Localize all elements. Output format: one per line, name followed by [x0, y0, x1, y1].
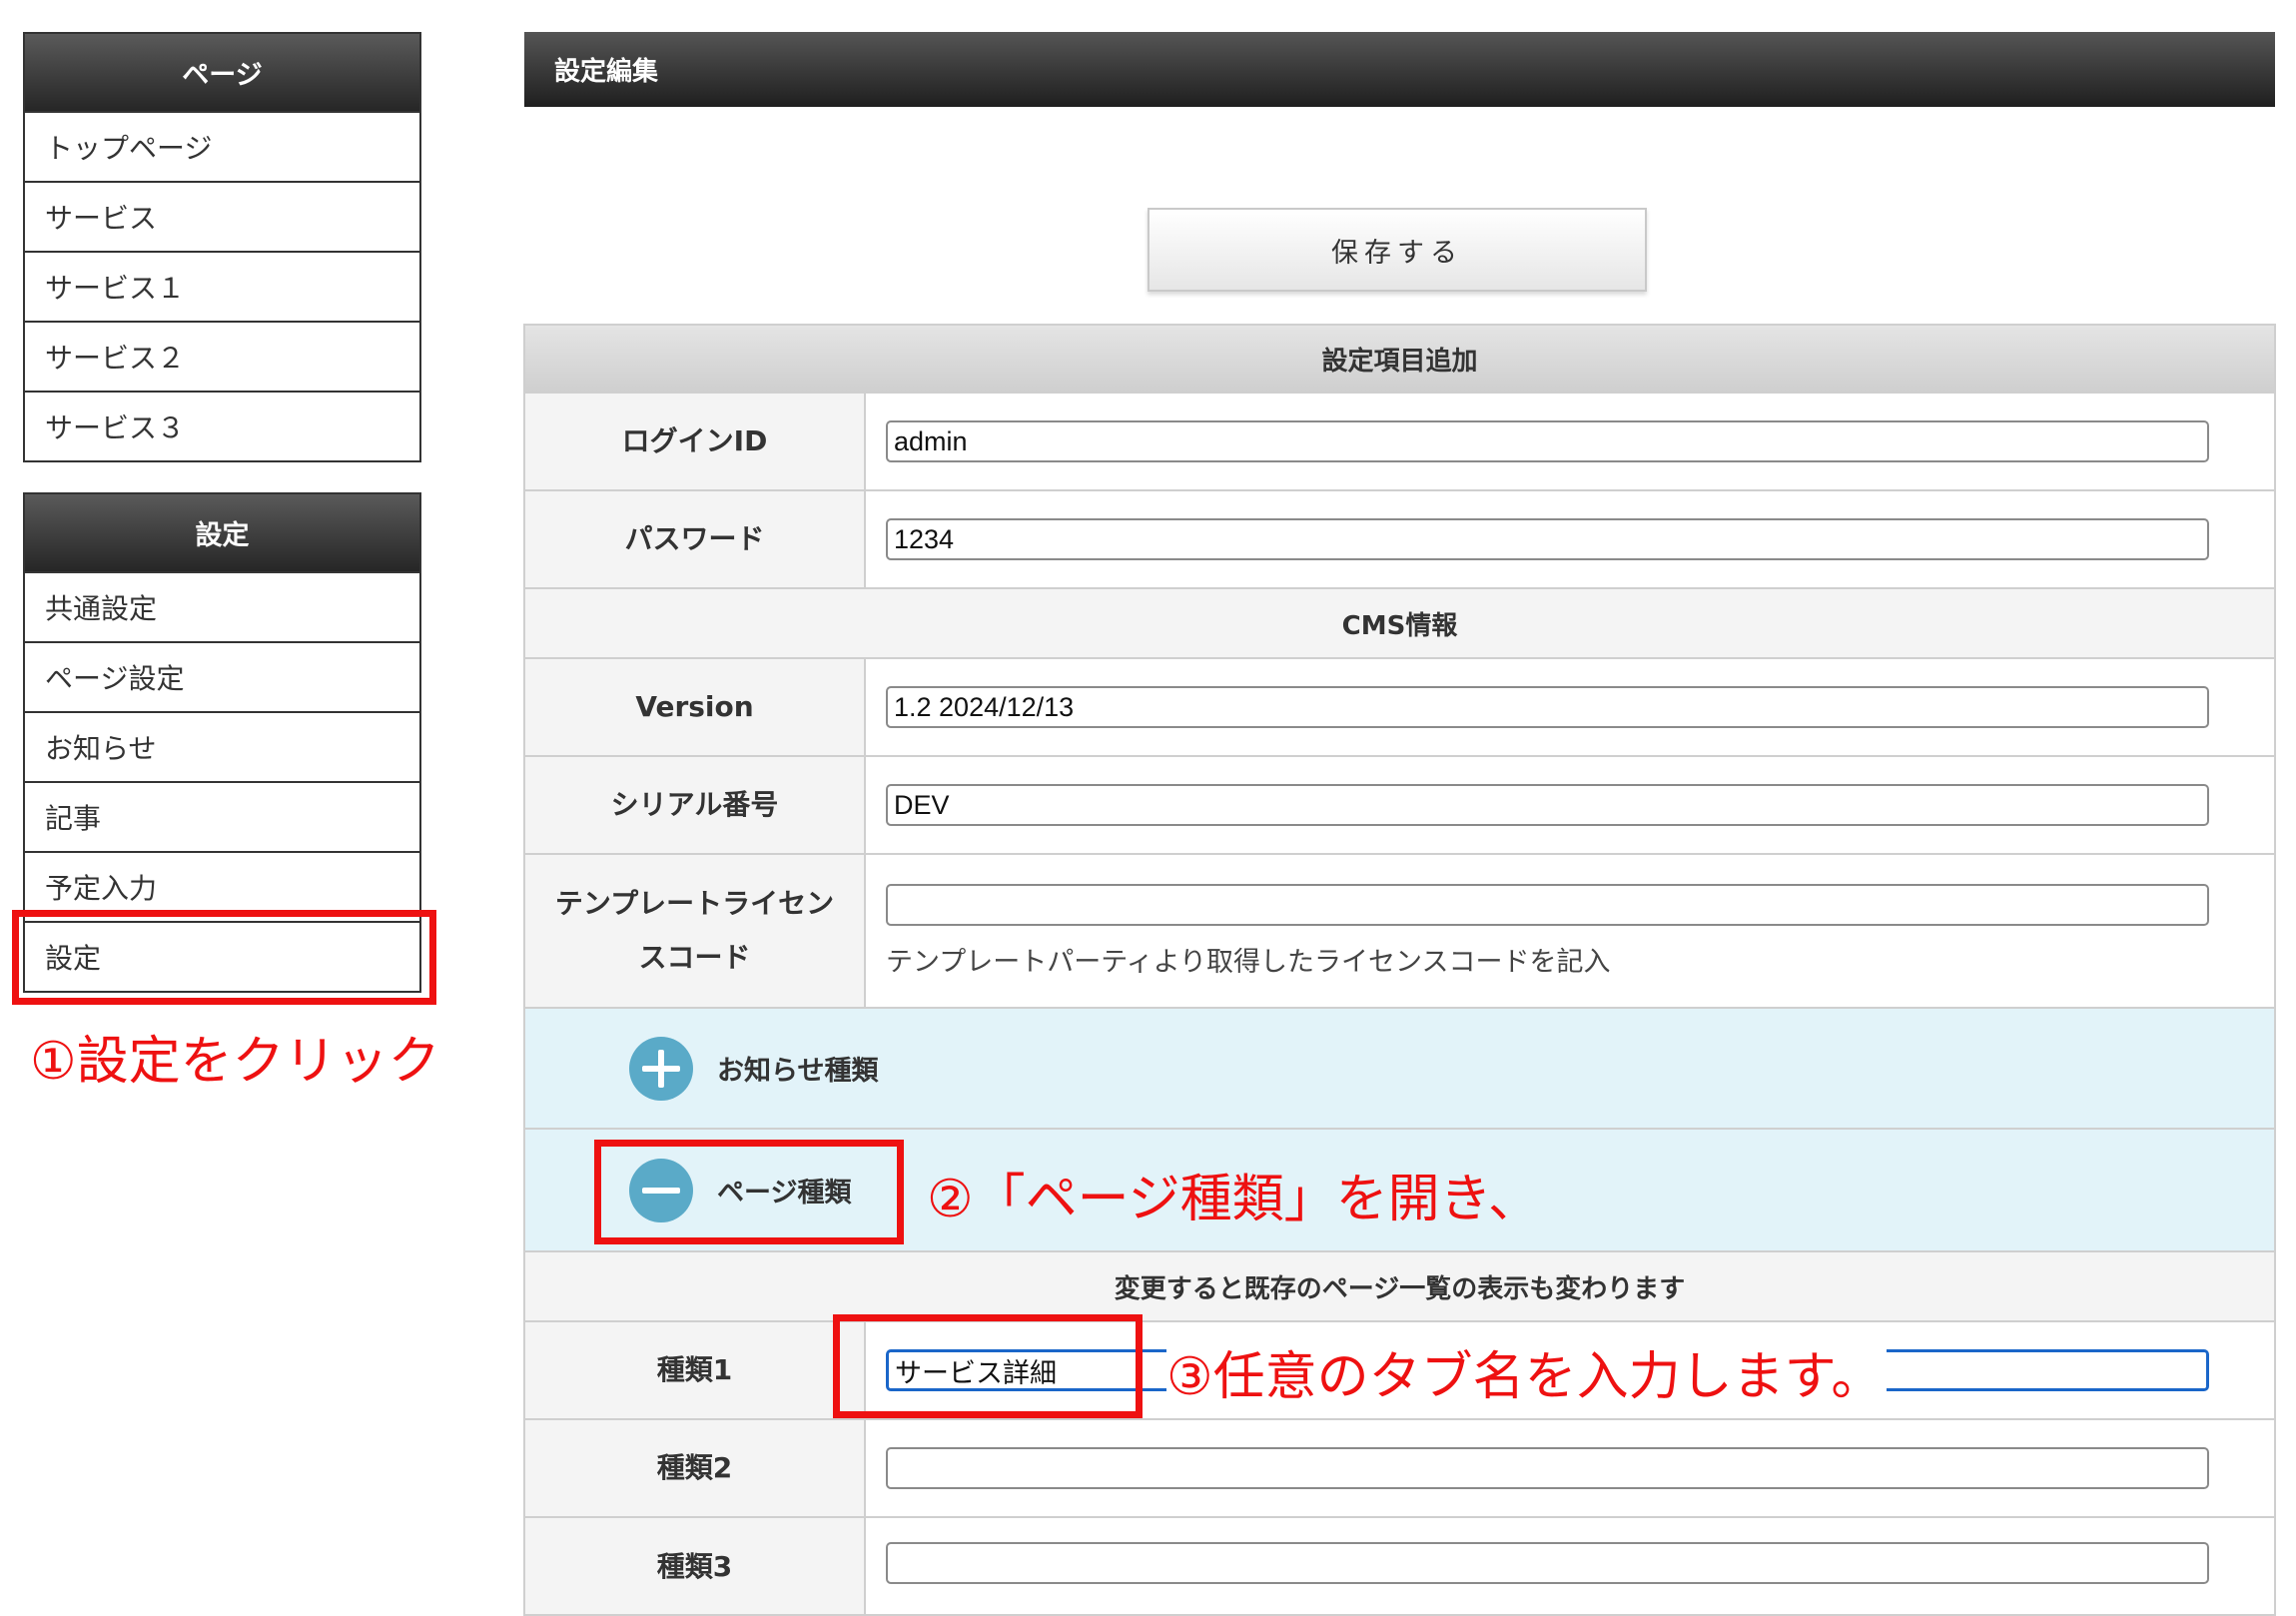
save-button[interactable]: 保存する [1148, 208, 1647, 292]
section-header-cms-info: CMS情報 [525, 589, 2274, 659]
minus-icon[interactable] [629, 1158, 693, 1222]
section-header-add-settings: 設定項目追加 [525, 326, 2274, 394]
sidebar-settings-title: 設定 [25, 494, 419, 571]
accordion-page-types-label: ページ種類 [717, 1178, 852, 1209]
section-note-change-warning: 変更すると既存のページ一覧の表示も変わります [525, 1252, 2274, 1322]
form-row-license-code: テンプレートライセン スコード テンプレートパーティより取得したライセンスコード… [525, 855, 2274, 1009]
sidebar-pages-title: ページ [25, 34, 419, 111]
sidebar-item-top-page[interactable]: トップページ [25, 111, 419, 181]
sidebar-item-page-settings[interactable]: ページ設定 [25, 641, 419, 711]
type-2-label: 種類2 [525, 1420, 866, 1516]
login-id-input[interactable] [886, 420, 2209, 462]
version-input[interactable] [886, 686, 2209, 728]
serial-number-label: シリアル番号 [525, 757, 866, 853]
license-code-label: テンプレートライセン スコード [525, 855, 866, 1007]
password-label: パスワード [525, 491, 866, 587]
password-input[interactable] [886, 518, 2209, 560]
annotation-step1-text: ①設定をクリック [30, 1032, 440, 1092]
serial-number-input[interactable] [886, 784, 2209, 826]
sidebar-item-service-3[interactable]: サービス３ [25, 391, 419, 460]
sidebar-item-schedule-input[interactable]: 予定入力 [25, 851, 419, 921]
form-row-login-id: ログインID [525, 394, 2274, 491]
form-row-type-3: 種類3 [525, 1518, 2274, 1616]
type-3-input[interactable] [886, 1542, 2209, 1584]
sidebar-pages-panel: ページ トップページ サービス サービス１ サービス２ サービス３ [23, 32, 421, 462]
sidebar-item-articles[interactable]: 記事 [25, 781, 419, 851]
form-row-serial-number: シリアル番号 [525, 757, 2274, 855]
license-code-input[interactable] [886, 883, 2209, 926]
form-row-version: Version [525, 659, 2274, 757]
type-3-label: 種類3 [525, 1518, 866, 1614]
license-code-note: テンプレートパーティより取得したライセンスコードを記入 [886, 946, 1611, 978]
annotation-step3-text: ③任意のタブ名を入力します。 [1166, 1334, 1888, 1409]
form-row-password: パスワード [525, 491, 2274, 589]
settings-form: 設定項目追加 ログインID パスワード CMS情報 Version シリアル番号… [523, 324, 2276, 1616]
sidebar-item-service-2[interactable]: サービス２ [25, 321, 419, 391]
sidebar-item-service-1[interactable]: サービス１ [25, 251, 419, 321]
plus-icon[interactable] [629, 1036, 693, 1101]
annotation-step2-text: ②「ページ種類」を開き、 [927, 1170, 1540, 1229]
version-label: Version [525, 659, 866, 755]
form-row-type-2: 種類2 [525, 1420, 2274, 1518]
accordion-news-types[interactable]: お知らせ種類 [525, 1009, 2274, 1130]
type-2-input[interactable] [886, 1447, 2209, 1489]
sidebar-item-settings[interactable]: 設定 [25, 921, 419, 991]
sidebar-item-service[interactable]: サービス [25, 181, 419, 251]
sidebar-settings-panel: 設定 共通設定 ページ設定 お知らせ 記事 予定入力 設定 [23, 492, 421, 993]
sidebar-item-common-settings[interactable]: 共通設定 [25, 571, 419, 641]
license-code-label-line2: スコード [638, 941, 751, 974]
accordion-news-types-label: お知らせ種類 [717, 1056, 879, 1087]
type-1-label: 種類1 [525, 1322, 866, 1418]
license-code-label-line1: テンプレートライセン [554, 887, 835, 920]
sidebar-item-news[interactable]: お知らせ [25, 711, 419, 781]
login-id-label: ログインID [525, 394, 866, 489]
page-title: 設定編集 [524, 32, 2275, 107]
